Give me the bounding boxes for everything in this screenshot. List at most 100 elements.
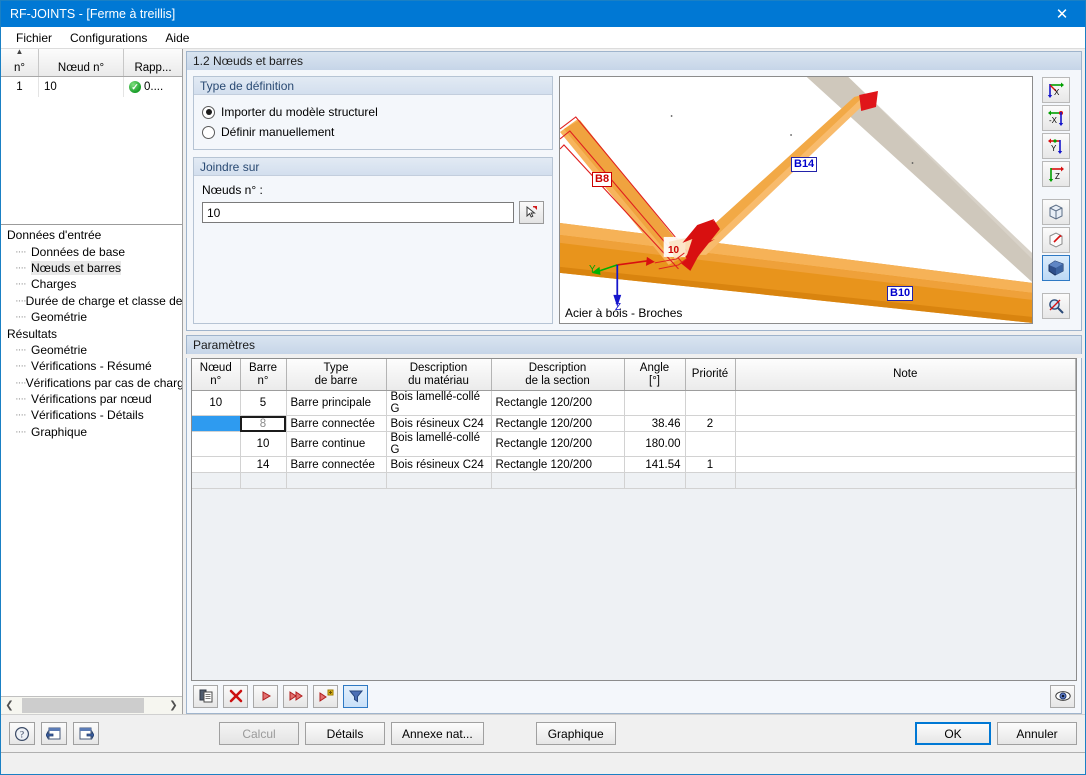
cell-materiau[interactable]: Bois lamellé-collé G bbox=[386, 390, 492, 417]
scrollbar-thumb[interactable] bbox=[22, 698, 144, 713]
menu-item-configurations[interactable]: Configurations bbox=[61, 28, 156, 48]
fast-forward-icon[interactable] bbox=[283, 684, 308, 708]
tree-item-noeuds-et-barres[interactable]: ···· Nœuds et barres bbox=[5, 260, 182, 276]
cell-type[interactable]: Barre principale bbox=[286, 390, 387, 417]
cell-section[interactable]: Rectangle 120/200 bbox=[491, 415, 625, 433]
tree-item-verifications-par-noeud[interactable]: ···· Vérifications par nœud bbox=[5, 391, 182, 407]
tree-item-verifications-resume[interactable]: ···· Vérifications - Résumé bbox=[5, 358, 182, 374]
column-header-index[interactable]: ▲ n° bbox=[1, 48, 39, 76]
tree-item-verifications-par-cas-de-charge[interactable]: ···· Vérifications par cas de charge bbox=[5, 375, 182, 391]
cell-note[interactable] bbox=[735, 415, 1076, 433]
cell-note[interactable] bbox=[735, 431, 1076, 458]
cell-section[interactable]: Rectangle 120/200 bbox=[491, 390, 625, 417]
details-button[interactable]: Détails bbox=[305, 722, 385, 745]
menu-item-fichier[interactable]: Fichier bbox=[7, 28, 61, 48]
view-isometric-icon[interactable] bbox=[1042, 199, 1070, 225]
column-header-noeud[interactable]: Nœud n° bbox=[192, 358, 241, 392]
view-minus-x-icon[interactable]: -X bbox=[1042, 105, 1070, 131]
calcul-button[interactable]: Calcul bbox=[219, 722, 299, 745]
view-y-icon[interactable]: Y bbox=[1042, 133, 1070, 159]
tree-group-resultats[interactable]: Résultats bbox=[5, 325, 182, 341]
node-list-row[interactable]: 1 10 ✓ 0.... bbox=[1, 77, 182, 97]
cell-priorite[interactable] bbox=[685, 431, 736, 458]
cell-barre[interactable]: 8 bbox=[240, 415, 287, 433]
add-row-icon[interactable] bbox=[313, 684, 338, 708]
radio-importer-modele-structurel[interactable]: Importer du modèle structurel bbox=[202, 102, 544, 122]
view-render-icon[interactable] bbox=[1042, 255, 1070, 281]
tree-item-verifications-details[interactable]: ···· Vérifications - Détails bbox=[5, 407, 182, 423]
scroll-right-icon[interactable]: ❯ bbox=[165, 697, 182, 714]
eye-icon[interactable] bbox=[1050, 684, 1075, 708]
graphique-button[interactable]: Graphique bbox=[535, 722, 616, 745]
tree-item-duree-de-charge[interactable]: ···· Durée de charge et classe de s bbox=[5, 293, 182, 309]
cell-noeud[interactable] bbox=[192, 431, 241, 458]
help-icon[interactable]: ? bbox=[9, 722, 35, 745]
ok-button[interactable]: OK bbox=[915, 722, 991, 745]
tree-horizontal-scrollbar[interactable]: ❮ ❯ bbox=[1, 696, 182, 714]
menu-item-aide[interactable]: Aide bbox=[156, 28, 198, 48]
column-header-angle[interactable]: Angle [°] bbox=[624, 358, 686, 392]
zoom-icon[interactable] bbox=[1042, 293, 1070, 319]
cell-noeud[interactable] bbox=[192, 456, 241, 474]
annexe-nationale-button[interactable]: Annexe nat... bbox=[391, 722, 484, 745]
cell-materiau[interactable]: Bois résineux C24 bbox=[386, 456, 492, 474]
cell-type[interactable]: Barre continue bbox=[286, 431, 387, 458]
cell-angle[interactable]: 38.46 bbox=[624, 415, 686, 433]
column-header-node[interactable]: Nœud n° bbox=[39, 49, 124, 76]
delete-icon[interactable] bbox=[223, 684, 248, 708]
tree-item-donnees-de-base[interactable]: ···· Données de base bbox=[5, 243, 182, 259]
cell-priorite[interactable] bbox=[685, 390, 736, 417]
tree-item-graphique[interactable]: ···· Graphique bbox=[5, 424, 182, 440]
cell-materiau[interactable]: Bois lamellé-collé G bbox=[386, 431, 492, 458]
table-row[interactable]: 14 Barre connectée Bois résineux C24 Rec… bbox=[192, 456, 1076, 474]
scroll-left-icon[interactable]: ❮ bbox=[1, 697, 18, 714]
table-row[interactable]: 10 Barre continue Bois lamellé-collé G R… bbox=[192, 431, 1076, 458]
cell-type[interactable]: Barre connectée bbox=[286, 415, 387, 433]
close-icon[interactable]: ✕ bbox=[1039, 1, 1085, 27]
column-header-ratio[interactable]: Rapp... bbox=[124, 49, 182, 76]
cell-angle[interactable]: 180.00 bbox=[624, 431, 686, 458]
model-viewport[interactable]: B8 B14 B10 10 Y Z Acier à bois - Broches bbox=[559, 76, 1033, 324]
cancel-button[interactable]: Annuler bbox=[997, 722, 1077, 745]
pick-node-icon[interactable] bbox=[519, 201, 544, 224]
cell-section[interactable]: Rectangle 120/200 bbox=[491, 431, 625, 458]
copy-icon[interactable] bbox=[193, 684, 218, 708]
tree-item-charges[interactable]: ···· Charges bbox=[5, 276, 182, 292]
cell-note[interactable] bbox=[735, 390, 1076, 417]
tree-item-geometrie-entree[interactable]: ···· Geométrie bbox=[5, 309, 182, 325]
column-header-description-section[interactable]: Description de la section bbox=[491, 358, 625, 392]
cell-section[interactable]: Rectangle 120/200 bbox=[491, 456, 625, 474]
filter-icon[interactable] bbox=[343, 684, 368, 708]
view-rotate-icon[interactable] bbox=[1042, 227, 1070, 253]
cell-barre[interactable]: 5 bbox=[240, 390, 287, 417]
column-header-description-materiau[interactable]: Description du matériau bbox=[386, 358, 492, 392]
view-z-icon[interactable]: Z bbox=[1042, 161, 1070, 187]
table-row-empty[interactable] bbox=[192, 472, 1076, 490]
view-x-icon[interactable]: X bbox=[1042, 77, 1070, 103]
radio-definir-manuellement[interactable]: Définir manuellement bbox=[202, 122, 544, 142]
next-page-icon[interactable] bbox=[73, 722, 99, 745]
noeuds-input[interactable] bbox=[202, 202, 514, 223]
column-header-barre[interactable]: Barre n° bbox=[240, 358, 287, 392]
scrollbar-track[interactable] bbox=[18, 697, 165, 714]
next-icon[interactable] bbox=[253, 684, 278, 708]
table-row[interactable]: 10 5 Barre principale Bois lamellé-collé… bbox=[192, 390, 1076, 417]
cell-barre[interactable]: 10 bbox=[240, 431, 287, 458]
cell-angle[interactable] bbox=[624, 390, 686, 417]
cell-type[interactable]: Barre connectée bbox=[286, 456, 387, 474]
cell-angle[interactable]: 141.54 bbox=[624, 456, 686, 474]
previous-page-icon[interactable] bbox=[41, 722, 67, 745]
column-header-priorite[interactable]: Priorité bbox=[685, 358, 736, 392]
tree-item-geometrie-resultats[interactable]: ···· Geométrie bbox=[5, 342, 182, 358]
tree-group-donnees-entree[interactable]: Données d'entrée bbox=[5, 227, 182, 243]
column-header-note[interactable]: Note bbox=[735, 358, 1076, 392]
cell-priorite[interactable]: 1 bbox=[685, 456, 736, 474]
cell-barre[interactable]: 14 bbox=[240, 456, 287, 474]
table-row[interactable]: 8 Barre connectée Bois résineux C24 Rect… bbox=[192, 415, 1076, 433]
column-header-type-de-barre[interactable]: Type de barre bbox=[286, 358, 387, 392]
cell-noeud[interactable] bbox=[192, 415, 241, 433]
cell-priorite[interactable]: 2 bbox=[685, 415, 736, 433]
cell-note[interactable] bbox=[735, 456, 1076, 474]
cell-noeud[interactable]: 10 bbox=[192, 390, 241, 417]
cell-materiau[interactable]: Bois résineux C24 bbox=[386, 415, 492, 433]
